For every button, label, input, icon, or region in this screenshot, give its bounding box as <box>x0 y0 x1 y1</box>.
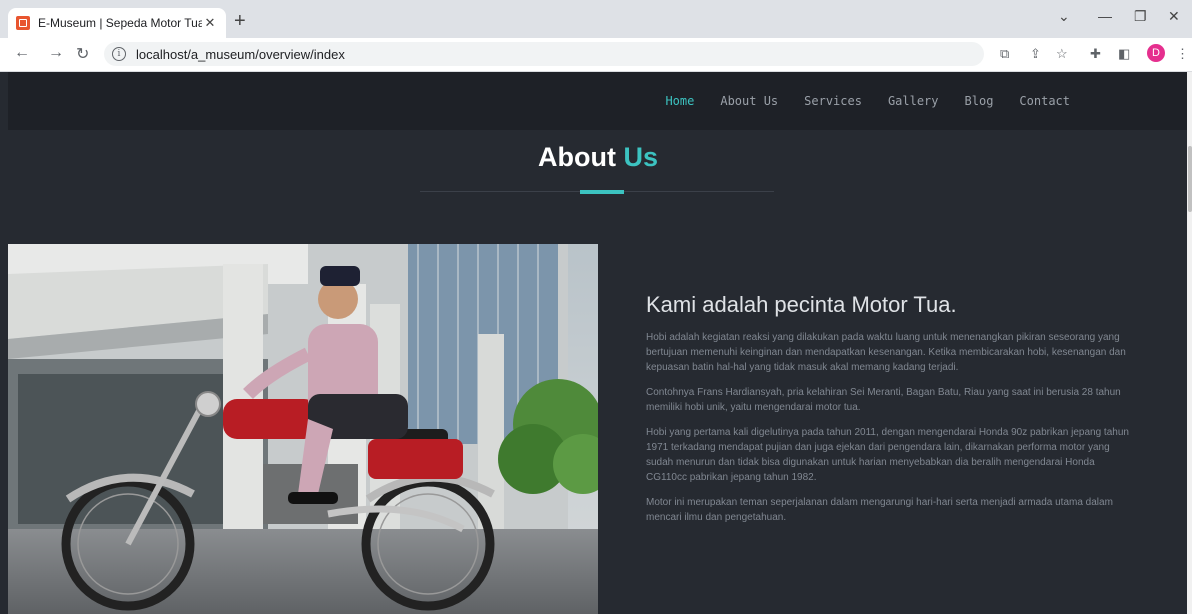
menu-dots-icon[interactable]: ⋮ <box>1176 46 1189 62</box>
title-divider-accent <box>580 190 624 194</box>
nav-contact[interactable]: Contact <box>1019 94 1070 108</box>
minimize-icon[interactable]: — <box>1098 8 1112 24</box>
new-tab-button[interactable]: + <box>234 11 246 31</box>
about-paragraph: Motor ini merupakan teman seperjalanan d… <box>646 497 1113 523</box>
forward-arrow-icon[interactable]: → <box>48 44 64 62</box>
about-paragraph: Hobi adalah kegiatan reaksi yang dilakuk… <box>646 332 1126 373</box>
about-paragraph: Hobi yang pertama kali digelutinya pada … <box>646 427 1129 483</box>
profile-avatar[interactable]: D <box>1147 44 1165 62</box>
restore-icon[interactable]: ❐ <box>1134 8 1147 25</box>
side-panel-icon[interactable]: ◧ <box>1118 46 1130 62</box>
museum-favicon-icon <box>16 16 30 30</box>
address-bar[interactable]: i localhost/a_museum/overview/index <box>104 42 984 66</box>
bookmark-star-icon[interactable]: ☆ <box>1056 46 1068 62</box>
about-heading: Kami adalah pecinta Motor Tua. <box>646 292 957 317</box>
motorcycle-rider-photo <box>8 244 598 614</box>
nav-gallery[interactable]: Gallery <box>888 94 939 108</box>
nav-home[interactable]: Home <box>665 94 694 108</box>
page-scrollbar-thumb[interactable] <box>1188 146 1192 212</box>
browser-tab-bar: E-Museum | Sepeda Motor Tua ✕ + ⌄ — ❐ ✕ <box>0 0 1192 38</box>
nav-blog[interactable]: Blog <box>965 94 994 108</box>
close-window-icon[interactable]: ✕ <box>1168 8 1180 25</box>
extensions-puzzle-icon[interactable]: ✚ <box>1090 46 1101 62</box>
nav-about-us[interactable]: About Us <box>720 94 778 108</box>
nav-services[interactable]: Services <box>804 94 862 108</box>
main-nav: Home About Us Services Gallery Blog Cont… <box>665 72 1188 130</box>
about-paragraph: Contohnya Frans Hardiansyah, pria kelahi… <box>646 387 1121 413</box>
browser-toolbar: ← → ↻ i localhost/a_museum/overview/inde… <box>0 38 1192 72</box>
about-text: Kami adalah pecinta Motor Tua. Hobi adal… <box>646 292 1136 535</box>
tab-close-icon[interactable]: ✕ <box>202 15 218 31</box>
about-section: About Us Kami adalah pecinta Motor Tua. … <box>8 130 1188 614</box>
translate-icon[interactable]: ⧉ <box>1000 46 1009 62</box>
section-title-accent: Us <box>623 142 658 172</box>
reload-icon[interactable]: ↻ <box>76 44 89 64</box>
section-title: About Us <box>8 142 1188 173</box>
site-header: Home About Us Services Gallery Blog Cont… <box>8 72 1188 130</box>
share-icon[interactable]: ⇪ <box>1030 46 1041 62</box>
tab-search-chevron-icon[interactable]: ⌄ <box>1058 8 1070 25</box>
section-title-main: About <box>538 142 616 172</box>
browser-tab[interactable]: E-Museum | Sepeda Motor Tua ✕ <box>8 8 226 38</box>
back-arrow-icon[interactable]: ← <box>14 44 30 62</box>
site-info-icon[interactable]: i <box>112 47 126 61</box>
url-text[interactable]: localhost/a_museum/overview/index <box>136 47 345 62</box>
tab-title: E-Museum | Sepeda Motor Tua <box>38 16 202 30</box>
